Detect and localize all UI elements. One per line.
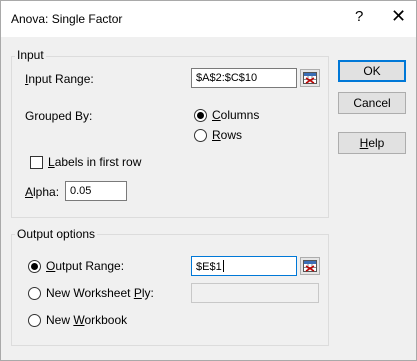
new-worksheet-ply-radio[interactable] — [28, 287, 41, 300]
close-icon[interactable]: ✕ — [391, 6, 406, 27]
output-group-title: Output options — [15, 227, 98, 241]
anova-dialog: Anova: Single Factor ? ✕ Input Input Ran… — [0, 0, 417, 361]
ok-button[interactable]: OK — [338, 60, 406, 82]
text-caret — [222, 260, 224, 272]
input-range-label: Input Range: — [25, 72, 94, 86]
labels-first-row-checkbox[interactable] — [30, 156, 43, 169]
help-icon[interactable]: ? — [355, 8, 363, 25]
columns-label[interactable]: Columns — [212, 108, 259, 122]
labels-first-row-label[interactable]: Labels in first row — [48, 155, 141, 169]
rows-radio[interactable] — [194, 129, 207, 142]
columns-radio[interactable] — [194, 109, 207, 122]
input-range-field[interactable]: $A$2:$C$10 — [191, 68, 297, 88]
input-range-selector-button[interactable] — [300, 69, 320, 87]
input-group-title: Input — [15, 48, 46, 62]
help-button[interactable]: Help — [338, 132, 406, 154]
window-title: Anova: Single Factor — [11, 12, 123, 26]
rows-label[interactable]: Rows — [212, 128, 242, 142]
title-bar: Anova: Single Factor ? ✕ — [1, 1, 416, 37]
output-range-field[interactable]: $E$1 — [191, 256, 297, 276]
new-worksheet-ply-label[interactable]: New Worksheet Ply: — [46, 286, 154, 300]
new-workbook-radio[interactable] — [28, 314, 41, 327]
alpha-field[interactable]: 0.05 — [65, 181, 127, 201]
output-range-label[interactable]: Output Range: — [46, 259, 124, 273]
alpha-label: Alpha: — [25, 185, 60, 199]
grouped-by-label: Grouped By: — [25, 109, 93, 123]
new-worksheet-ply-field[interactable] — [191, 283, 319, 303]
new-workbook-label[interactable]: New Workbook — [46, 313, 127, 327]
output-range-selector-button[interactable] — [300, 257, 320, 275]
cancel-button[interactable]: Cancel — [338, 92, 406, 114]
output-range-radio[interactable] — [28, 260, 41, 273]
range-selector-icon — [303, 72, 317, 84]
range-selector-icon — [303, 260, 317, 272]
